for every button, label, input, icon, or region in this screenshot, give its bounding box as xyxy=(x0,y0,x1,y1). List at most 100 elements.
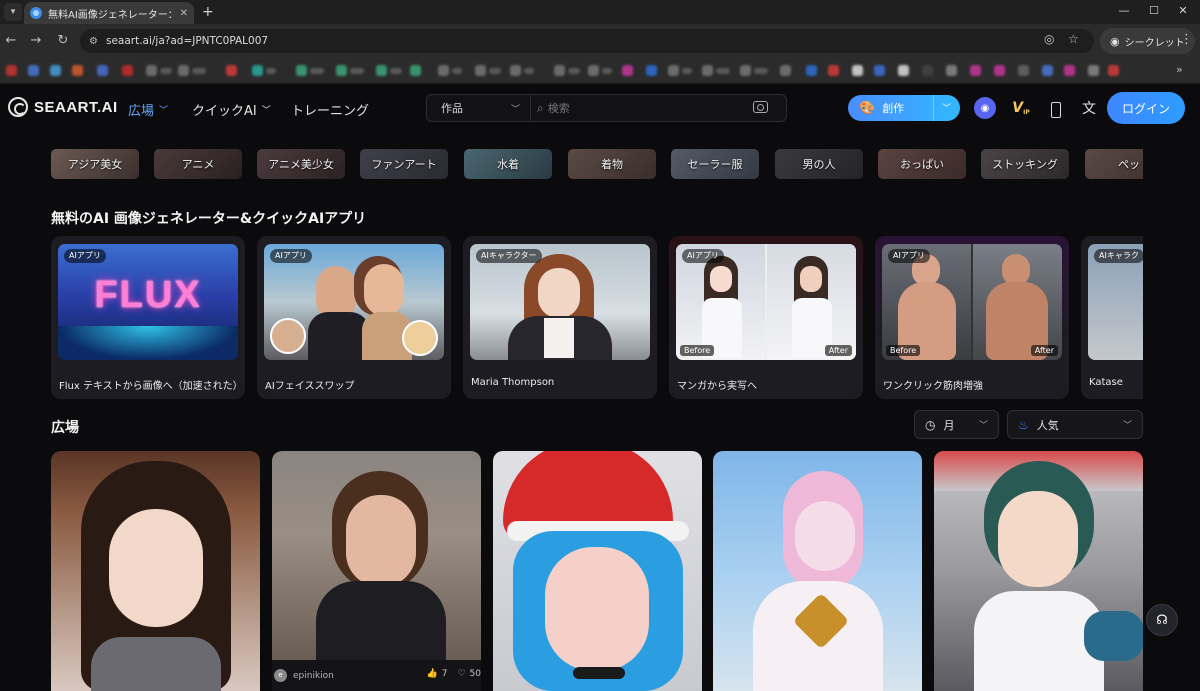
bookmark-icon[interactable] xyxy=(1018,65,1029,76)
sort-filter[interactable]: ♨ 人気 ﹀ xyxy=(1007,410,1143,439)
chip-man[interactable]: 男の人 xyxy=(775,149,863,179)
gallery-card[interactable] xyxy=(493,451,702,691)
discord-icon[interactable]: ◉ xyxy=(974,97,996,119)
avatar[interactable]: e xyxy=(274,669,287,682)
bookmark-icon[interactable] xyxy=(622,65,633,76)
bookmark-icon[interactable] xyxy=(122,65,133,76)
folder-icon[interactable] xyxy=(475,65,486,76)
chip-stockings[interactable]: ストッキング xyxy=(981,149,1069,179)
gallery-card[interactable] xyxy=(272,451,481,660)
bookmark-icon[interactable] xyxy=(946,65,957,76)
forward-arrow-icon[interactable]: → xyxy=(27,32,45,50)
browser-tab[interactable]: 無料AI画像ジェネレーター：テキスト ✕ xyxy=(24,2,194,24)
bookmark-icon[interactable] xyxy=(994,65,1005,76)
language-icon[interactable]: 文 xyxy=(1078,97,1100,119)
folder-icon[interactable] xyxy=(780,65,791,76)
bookmark-icon[interactable] xyxy=(72,65,83,76)
chip-sailor-uniform[interactable]: セーラー服 xyxy=(671,149,759,179)
thumbs-up-icon[interactable]: 👍 xyxy=(427,669,438,679)
author-name[interactable]: epinikion xyxy=(293,671,334,681)
bookmark-icon[interactable] xyxy=(1088,65,1099,76)
period-filter[interactable]: ◷ 月 ﹀ xyxy=(914,410,999,439)
chip-anime-girl[interactable]: アニメ美少女 xyxy=(257,149,345,179)
card-stats: 👍 7 ♡ 50 xyxy=(423,669,481,679)
chip-swimsuit[interactable]: 水着 xyxy=(464,149,552,179)
close-icon[interactable]: ✕ xyxy=(180,8,188,19)
back-arrow-icon[interactable]: ← xyxy=(2,32,20,50)
chip-fan-art[interactable]: ファンアート xyxy=(360,149,448,179)
nav-training[interactable]: トレーニング xyxy=(291,100,369,119)
bookmark-icon[interactable] xyxy=(806,65,817,76)
bookmark-icon[interactable] xyxy=(6,65,17,76)
folder-icon[interactable] xyxy=(668,65,679,76)
bookmark-icon[interactable] xyxy=(1108,65,1119,76)
folder-icon[interactable] xyxy=(146,65,157,76)
chip-kimono[interactable]: 着物 xyxy=(568,149,656,179)
nav-square[interactable]: 広場 ﹀ xyxy=(128,100,168,119)
minimize-icon[interactable]: — xyxy=(1109,2,1139,20)
bookmark-icon[interactable] xyxy=(296,65,307,76)
heart-icon[interactable]: ♡ xyxy=(457,669,465,679)
reload-icon[interactable]: ↻ xyxy=(54,32,72,50)
folder-icon[interactable] xyxy=(554,65,565,76)
bookmark-icon[interactable] xyxy=(97,65,108,76)
bookmark-icon[interactable] xyxy=(336,65,347,76)
chip-label: アジア美女 xyxy=(67,158,123,171)
folder-icon[interactable] xyxy=(588,65,599,76)
bookmark-icon[interactable] xyxy=(50,65,61,76)
bookmark-icon[interactable] xyxy=(852,65,863,76)
bookmark-icon[interactable] xyxy=(226,65,237,76)
bookmark-icon[interactable] xyxy=(1042,65,1053,76)
bookmark-icon[interactable] xyxy=(646,65,657,76)
app-card-manga-to-real[interactable]: AIアプリ Before After マンガから実写へ xyxy=(669,236,863,399)
bookmark-icon[interactable] xyxy=(1064,65,1075,76)
maximize-icon[interactable]: ☐ xyxy=(1139,2,1169,20)
app-card-flux[interactable]: AIアプリ FLUX Flux テキストから画像へ（加速された） xyxy=(51,236,245,399)
folder-icon[interactable] xyxy=(740,65,751,76)
folder-icon[interactable] xyxy=(178,65,189,76)
login-button[interactable]: ログイン xyxy=(1107,92,1185,124)
search-category-select[interactable]: 作品 ﹀ xyxy=(427,95,531,121)
camera-icon[interactable] xyxy=(753,101,768,113)
gallery-card[interactable] xyxy=(713,451,922,691)
bookmark-icon[interactable] xyxy=(898,65,909,76)
bookmark-icon[interactable] xyxy=(28,65,39,76)
search-input[interactable] xyxy=(547,101,748,115)
address-bar[interactable]: ⚙ seaart.ai/ja?ad=JPNTC0PAL007 ◎ ☆ xyxy=(80,29,1094,53)
vip-icon[interactable]: V IP xyxy=(1010,97,1032,119)
gallery-card[interactable] xyxy=(51,451,260,691)
app-card-muscle-boost[interactable]: AIアプリ Before After ワンクリック筋肉増強 xyxy=(875,236,1069,399)
seaart-logo[interactable]: SEAART.AI xyxy=(8,97,118,117)
bookmark-icon[interactable] xyxy=(376,65,387,76)
nav-quick-ai[interactable]: クイックAI ﹀ xyxy=(192,100,271,119)
new-tab-button[interactable]: + xyxy=(202,3,214,21)
tab-search-icon[interactable]: ▾ xyxy=(4,3,22,21)
chip-asian-beauty[interactable]: アジア美女 xyxy=(51,149,139,179)
chip-anime[interactable]: アニメ xyxy=(154,149,242,179)
folder-icon[interactable] xyxy=(702,65,713,76)
bookmark-icon[interactable] xyxy=(410,65,421,76)
chevron-down-icon[interactable]: ﹀ xyxy=(942,101,951,114)
chip-breasts[interactable]: おっぱい xyxy=(878,149,966,179)
create-button[interactable]: 🎨 創作 ﹀ xyxy=(848,95,960,121)
bookmark-icon[interactable] xyxy=(874,65,885,76)
site-info-icon[interactable]: ⚙ xyxy=(89,36,98,47)
app-card-face-swap[interactable]: AIアプリ AIフェイススワップ xyxy=(257,236,451,399)
app-card-maria-thompson[interactable]: AIキャラクター Maria Thompson xyxy=(463,236,657,399)
folder-icon[interactable] xyxy=(438,65,449,76)
bookmark-icon[interactable] xyxy=(970,65,981,76)
window-close-icon[interactable]: ✕ xyxy=(1168,2,1198,20)
bookmark-icon[interactable] xyxy=(828,65,839,76)
tracking-blocked-icon[interactable]: ◎ xyxy=(1044,32,1054,46)
bookmark-star-icon[interactable]: ☆ xyxy=(1068,32,1079,46)
gallery-card[interactable] xyxy=(934,451,1143,691)
browser-menu-icon[interactable]: ⋮ xyxy=(1180,32,1193,47)
support-headset-icon[interactable]: ☊ xyxy=(1146,604,1178,636)
mobile-app-icon[interactable] xyxy=(1045,97,1067,119)
bookmark-icon[interactable] xyxy=(922,65,933,76)
bookmarks-overflow-icon[interactable]: » xyxy=(1176,63,1183,76)
app-card-katase[interactable]: AIキャラク Katase xyxy=(1081,236,1143,399)
bookmark-icon[interactable] xyxy=(252,65,263,76)
chip-pet[interactable]: ペッ xyxy=(1085,149,1143,179)
folder-icon[interactable] xyxy=(510,65,521,76)
